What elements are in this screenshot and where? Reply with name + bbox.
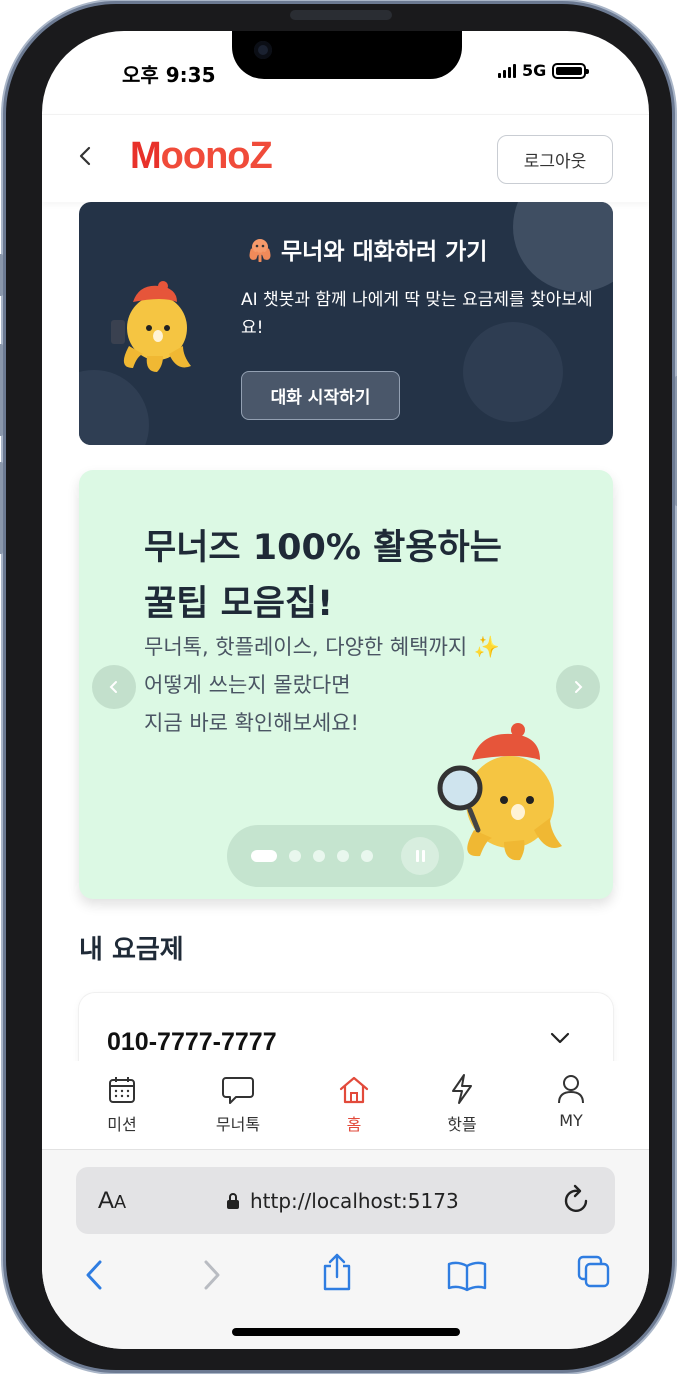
text-size-small: A [114, 1192, 127, 1212]
volume-up-button [0, 344, 3, 436]
url-text: http://localhost:5173 [250, 1189, 459, 1213]
logo-rest: oonoZ [160, 135, 273, 177]
signal-icon [498, 63, 516, 78]
phone-frame: 오후 9:35 5G MoonoZ 로그아웃 무너와 대화하러 가기 AI 챗봇… [0, 4, 677, 1370]
lightning-icon [452, 1074, 472, 1104]
status-indicators: 5G [498, 61, 590, 80]
status-time: 오후 9:35 [122, 63, 216, 87]
share-icon[interactable] [320, 1252, 354, 1292]
camera [254, 41, 272, 59]
chat-banner-title-text: 무너와 대화하러 가기 [281, 239, 488, 265]
carousel-dot[interactable] [361, 850, 373, 862]
browser-back-icon[interactable] [82, 1258, 106, 1292]
phone-number: 010-7777-7777 [107, 1028, 277, 1056]
url-display[interactable]: http://localhost:5173 [226, 1189, 459, 1213]
carousel-pause-button[interactable] [401, 837, 439, 875]
bottom-nav: 미션 무너톡 홈 핫플 MY [42, 1061, 649, 1149]
nav-item-moonertalk[interactable]: 무너톡 [198, 1061, 278, 1135]
notch [232, 31, 462, 79]
carousel-dot[interactable] [289, 850, 301, 862]
carousel-dot[interactable] [251, 850, 277, 862]
mute-switch [0, 254, 3, 296]
nav-label: 무너톡 [215, 1115, 261, 1134]
chat-banner-description: AI 챗봇과 함께 나에게 딱 맞는 요금제를 찾아보세요! [241, 290, 593, 338]
nav-label: 미션 [107, 1115, 137, 1134]
back-button[interactable] [78, 143, 102, 173]
nav-label: 홈 [346, 1115, 362, 1134]
carousel-dot[interactable] [337, 850, 349, 862]
promo-carousel[interactable]: 무너즈 100% 활용하는 꿀팁 모음집! 무너톡, 핫플레이스, 다양한 혜택… [79, 470, 613, 899]
bookmarks-icon[interactable] [446, 1260, 488, 1292]
nav-item-home[interactable]: 홈 [314, 1061, 394, 1135]
chevron-down-icon[interactable] [549, 1031, 571, 1045]
chat-banner[interactable]: 무너와 대화하러 가기 AI 챗봇과 함께 나에게 딱 맞는 요금제를 찾아보세… [79, 202, 613, 445]
pause-icon [415, 850, 419, 862]
browser-forward-icon[interactable] [200, 1258, 224, 1292]
volume-down-button [0, 462, 3, 554]
lock-icon [227, 1193, 239, 1209]
octopus-icon [249, 239, 271, 262]
chat-banner-title: 무너와 대화하러 가기 [247, 232, 487, 266]
nav-label: 핫플 [447, 1115, 477, 1134]
nav-label: MY [559, 1111, 583, 1130]
screen: 오후 9:35 5G MoonoZ 로그아웃 무너와 대화하러 가기 AI 챗봇… [42, 31, 649, 1349]
address-bar[interactable]: AA http://localhost:5173 [76, 1167, 615, 1234]
tabs-icon[interactable] [576, 1254, 612, 1290]
chevron-left-icon [79, 146, 91, 166]
battery-icon [552, 62, 590, 79]
octopus-phone-mascot [111, 281, 191, 372]
decor-circle [79, 370, 149, 445]
carousel-dot[interactable] [313, 850, 325, 862]
start-chat-button[interactable]: 대화 시작하기 [241, 371, 400, 420]
chevron-right-icon [575, 681, 583, 693]
calendar-icon [109, 1077, 135, 1103]
home-indicator [232, 1328, 460, 1336]
speaker-grille [290, 10, 392, 20]
network-label: 5G [522, 61, 547, 80]
logo-initial: M [130, 135, 162, 177]
promo-title: 무너즈 100% 활용하는 꿀팁 모음집! [144, 528, 502, 624]
carousel-prev-button[interactable] [92, 665, 136, 709]
app-logo[interactable]: MoonoZ [130, 135, 273, 178]
nav-item-my[interactable]: MY [531, 1061, 611, 1130]
logout-button[interactable]: 로그아웃 [497, 135, 613, 184]
reload-icon[interactable] [562, 1183, 592, 1215]
nav-item-mission[interactable]: 미션 [82, 1061, 162, 1135]
app-header: MoonoZ 로그아웃 [42, 114, 649, 202]
text-size-big: A [98, 1187, 115, 1214]
user-icon [558, 1075, 584, 1104]
chat-bubble-icon [222, 1077, 254, 1104]
chevron-left-icon [109, 681, 117, 693]
decor-circle [513, 202, 613, 292]
home-icon [339, 1076, 369, 1104]
browser-chrome: AA http://localhost:5173 [42, 1149, 649, 1349]
text-size-button[interactable]: AA [98, 1187, 126, 1215]
my-plan-title: 내 요금제 [79, 935, 184, 965]
carousel-next-button[interactable] [556, 665, 600, 709]
nav-item-hotplace[interactable]: 핫플 [422, 1061, 502, 1135]
